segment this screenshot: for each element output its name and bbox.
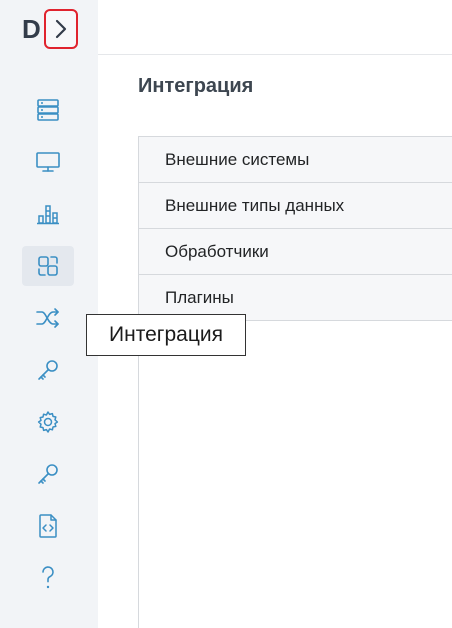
app-root: D Интеграция Внешние системы Внешние тип… [0,0,452,628]
menu-item-handlers[interactable]: Обработчики [139,229,452,275]
sidebar-tooltip: Интеграция [86,314,246,356]
integration-icon [38,256,58,276]
sidebar-expand-button[interactable] [44,9,78,49]
help-icon [42,566,54,589]
sidebar-item-charts[interactable] [22,194,74,234]
sidebar-item-shuffle[interactable] [22,298,74,338]
bar-chart-icon [37,205,59,225]
page-title: Интеграция [138,75,254,97]
monitor-icon [36,152,60,172]
gear-icon [37,411,59,433]
code-file-icon [39,514,57,538]
shuffle-icon [36,308,59,328]
sidebar-item-help[interactable] [22,558,74,598]
integration-menu: Внешние системы Внешние типы данных Обра… [138,136,452,628]
key-icon [38,360,58,380]
chevron-right-icon [55,19,67,39]
sidebar-item-integration[interactable] [22,246,74,286]
sidebar-item-settings[interactable] [22,402,74,442]
menu-item-external-systems[interactable]: Внешние системы [139,137,452,183]
sidebar: D [0,0,98,628]
app-logo: D [22,14,41,44]
sidebar-item-code[interactable] [22,506,74,546]
sidebar-item-key[interactable] [22,350,74,390]
sidebar-item-key-2[interactable] [22,454,74,494]
database-icon [37,99,59,121]
menu-item-external-data-types[interactable]: Внешние типы данных [139,183,452,229]
sidebar-item-database[interactable] [22,90,74,130]
header-divider [98,54,452,55]
key-icon [38,464,58,484]
sidebar-item-monitor[interactable] [22,142,74,182]
